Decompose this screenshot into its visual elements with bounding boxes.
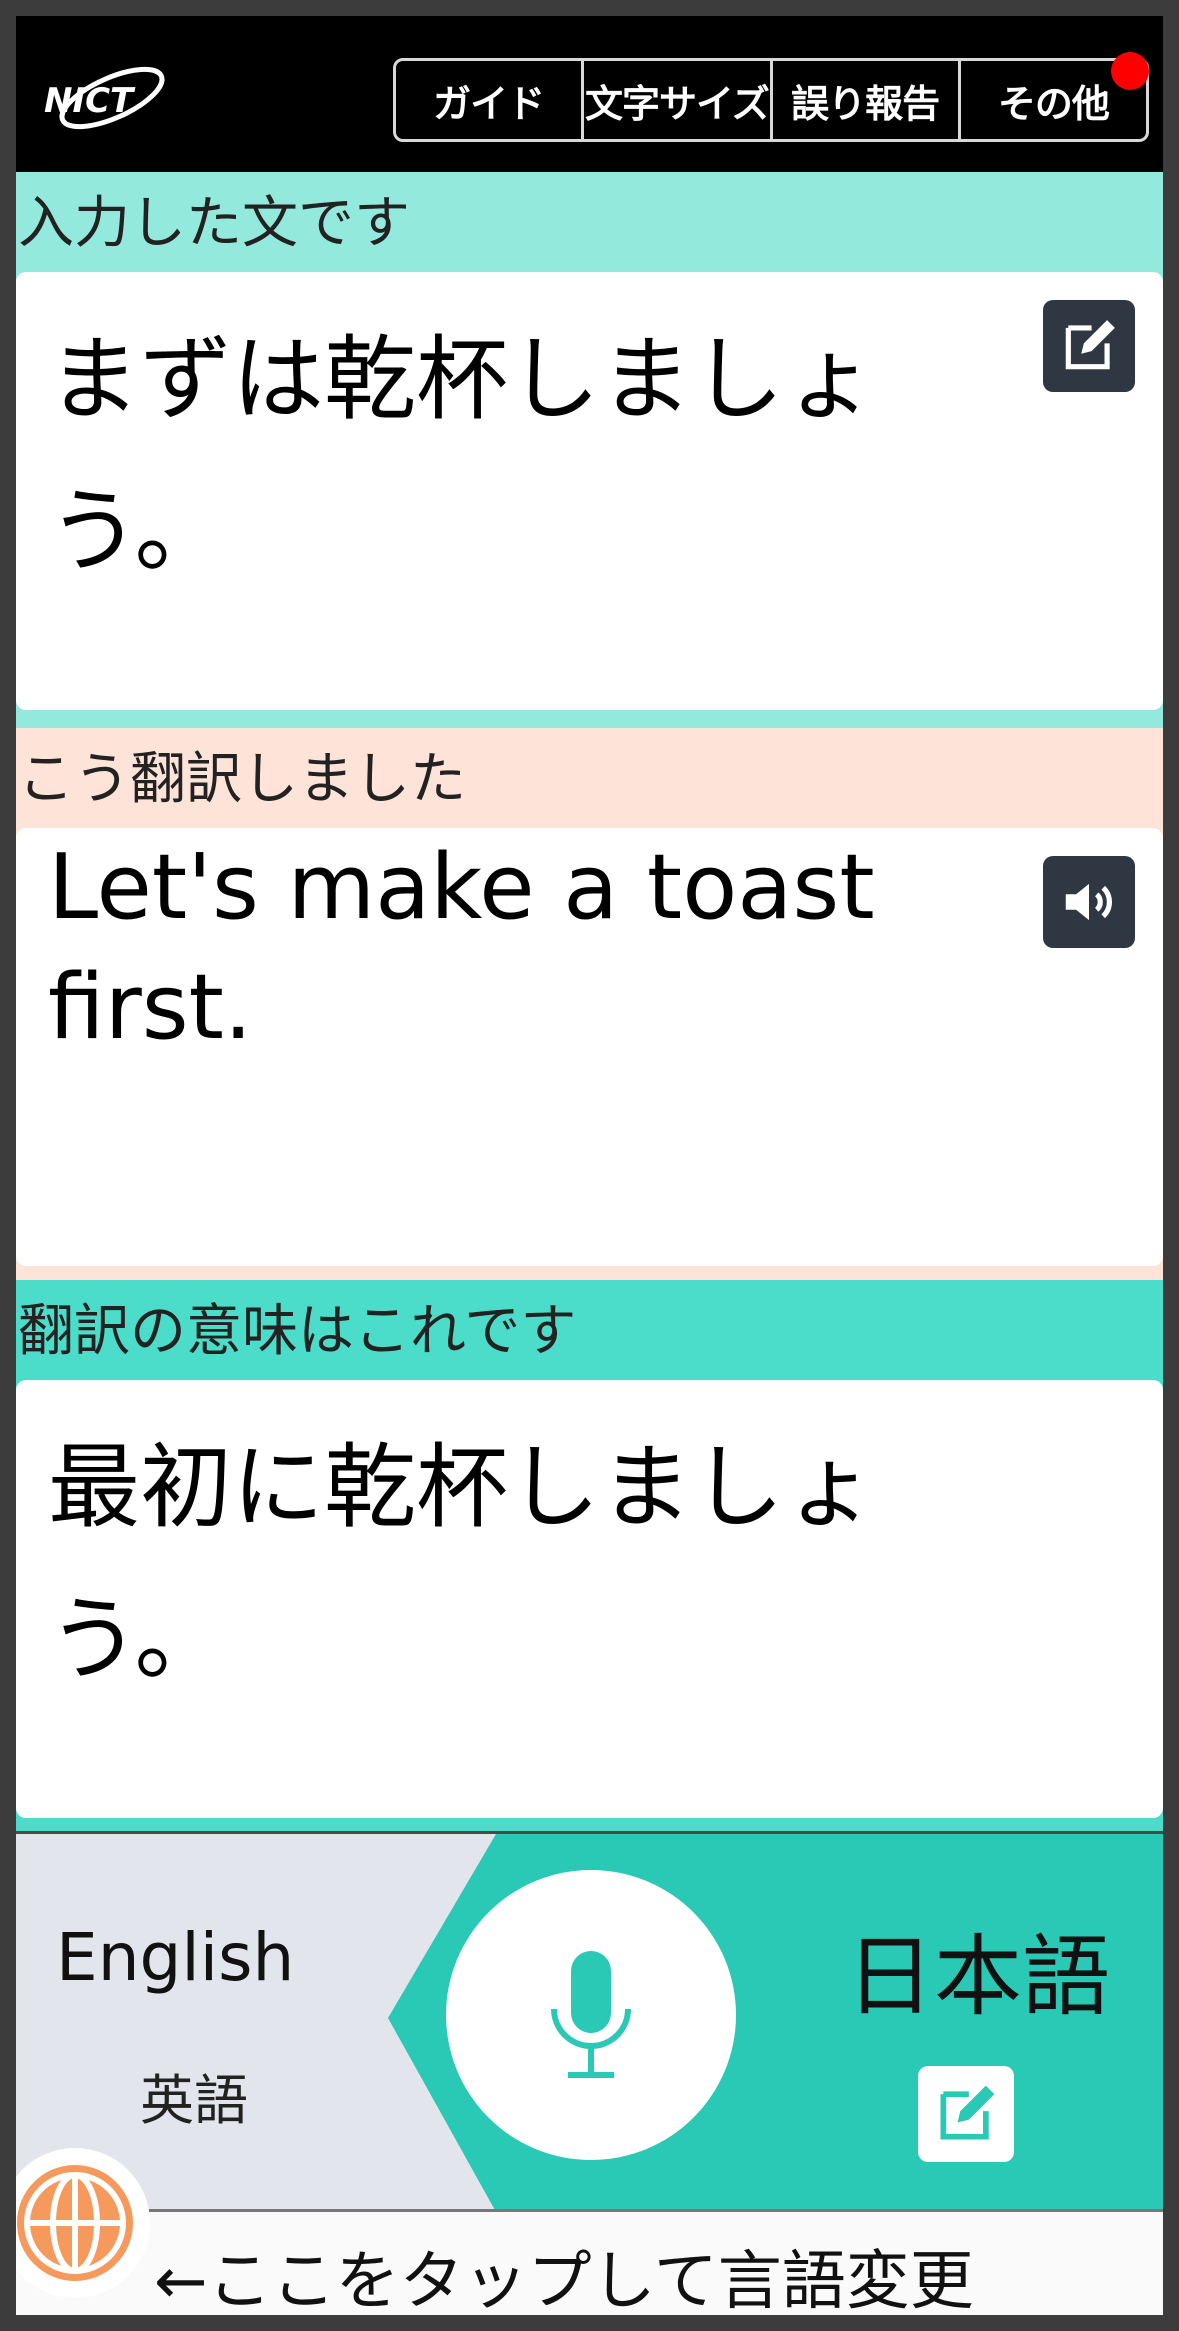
backtranslation-section-label: 翻訳の意味はこれです: [18, 1299, 577, 1364]
language-bar: English 英語 日本語: [16, 1831, 1163, 2212]
backtranslation-section: 翻訳の意味はこれです 最初に乾杯しましょう。: [16, 1280, 1163, 1850]
error-report-button[interactable]: 誤り報告: [773, 61, 961, 139]
microphone-button[interactable]: [446, 1870, 736, 2160]
font-size-button[interactable]: 文字サイズ: [584, 61, 773, 139]
header-menu: ガイド 文字サイズ 誤り報告 その他: [393, 58, 1149, 142]
translation-text-card: Let's make a toast first.: [16, 828, 1163, 1266]
text-input-button[interactable]: [918, 2066, 1014, 2162]
translation-section-label: こう翻訳しました: [18, 747, 466, 812]
speaker-icon: [1065, 883, 1112, 921]
edit-input-button[interactable]: [1043, 300, 1135, 392]
input-section-label: 入力した文です: [18, 191, 410, 256]
header-bar: NICT ガイド 文字サイズ 誤り報告 その他: [16, 16, 1163, 172]
input-section: 入力した文です まずは乾杯しましょう。: [16, 172, 1163, 733]
guide-button[interactable]: ガイド: [396, 61, 585, 139]
source-language-label[interactable]: English: [56, 1919, 294, 1996]
nict-logo: NICT: [42, 60, 172, 140]
backtranslation-text-card: 最初に乾杯しましょう。: [16, 1380, 1163, 1818]
input-text-card: まずは乾杯しましょう。: [16, 272, 1163, 710]
target-language-label[interactable]: 日本語: [846, 1906, 1110, 2033]
change-language-button[interactable]: [16, 2148, 150, 2298]
svg-text:NICT: NICT: [44, 81, 136, 121]
source-language-sublabel: 英語: [140, 2069, 248, 2132]
edit-icon: [1065, 320, 1115, 370]
change-language-hint[interactable]: ←ここをタップして言語変更: [154, 2230, 974, 2315]
microphone-icon: [551, 1951, 631, 2078]
translation-section: こう翻訳しました Let's make a toast first.: [16, 728, 1163, 1280]
play-audio-button[interactable]: [1043, 856, 1135, 948]
backtranslation-text: 最初に乾杯しましょう。: [48, 1434, 877, 1693]
globe-icon: [17, 2165, 133, 2281]
footer-bar: ←ここをタップして言語変更: [16, 2209, 1163, 2315]
translation-text: Let's make a toast first.: [48, 835, 875, 1060]
edit-icon: [940, 2085, 995, 2140]
app-frame: NICT ガイド 文字サイズ 誤り報告 その他 入力した文です まずは乾杯しまし…: [16, 16, 1163, 2315]
notification-badge: [1111, 52, 1149, 90]
input-text: まずは乾杯しましょう。: [48, 326, 877, 585]
